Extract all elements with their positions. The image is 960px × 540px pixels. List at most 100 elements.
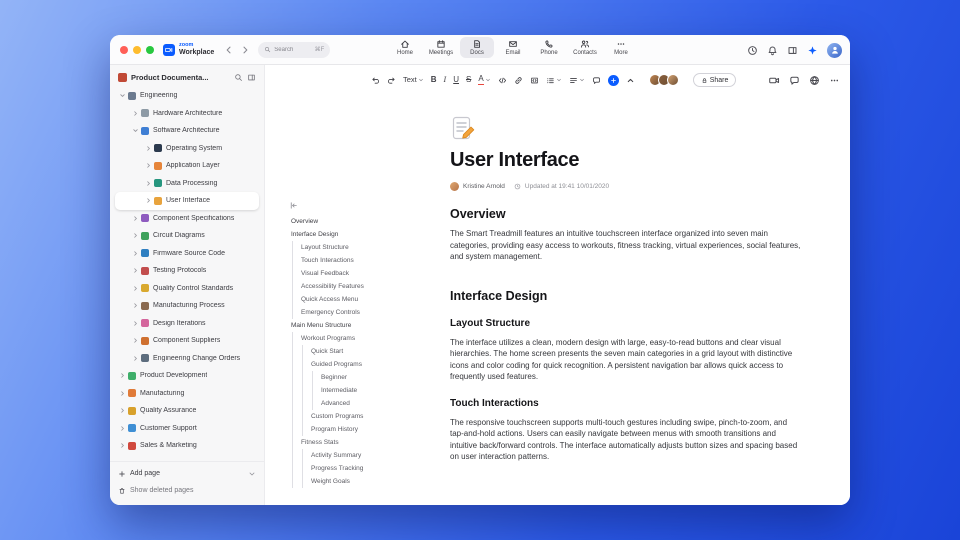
sidebar-item-engineering[interactable]: Engineering [115,87,259,105]
outline-item-intermediate[interactable]: Intermediate [289,384,441,397]
chevron-right-icon[interactable] [132,302,139,309]
chevron-right-icon[interactable] [132,110,139,117]
sidebar-item-sales-marketing[interactable]: Sales & Marketing [115,437,259,455]
sidebar-item-application-layer[interactable]: Application Layer [115,157,259,175]
chevron-right-icon[interactable] [132,215,139,222]
bold-button[interactable]: B [431,76,437,84]
sidebar-item-data-processing[interactable]: Data Processing [115,175,259,193]
sidebar-item-circuit-diagrams[interactable]: Circuit Diagrams [115,227,259,245]
outline-item-quick-access-menu[interactable]: Quick Access Menu [289,293,441,306]
chevron-right-icon[interactable] [132,267,139,274]
sidebar-item-manufacturing-process[interactable]: Manufacturing Process [115,297,259,315]
insert-button[interactable] [607,74,619,86]
chevron-right-icon[interactable] [132,337,139,344]
more-options-button[interactable] [829,75,840,86]
sidebar-item-firmware-source-code[interactable]: Firmware Source Code [115,245,259,263]
tab-docs[interactable]: Docs [460,37,494,58]
sidebar-item-hardware-architecture[interactable]: Hardware Architecture [115,105,259,123]
tab-contacts[interactable]: Contacts [568,37,602,58]
outline-item-quick-start[interactable]: Quick Start [289,345,441,358]
sidebar-item-quality-assurance[interactable]: Quality Assurance [115,402,259,420]
notepad-pencil-icon[interactable] [450,115,476,141]
outline-item-workout-programs[interactable]: Workout Programs [289,332,441,345]
notifications-button[interactable] [767,45,778,56]
outline-item-weight-goals[interactable]: Weight Goals [289,475,441,488]
outline-item-accessibility-features[interactable]: Accessibility Features [289,280,441,293]
sidebar-item-quality-control-standards[interactable]: Quality Control Standards [115,280,259,298]
code-block-button[interactable] [530,76,539,85]
comment-button[interactable] [592,76,601,85]
chevron-right-icon[interactable] [145,162,152,169]
back-button[interactable] [224,45,234,55]
user-avatar[interactable] [827,42,842,58]
sidebar-item-engineering-change-orders[interactable]: Engineering Change Orders [115,350,259,368]
history-button[interactable] [747,45,758,56]
chevron-right-icon[interactable] [145,180,152,187]
outline-item-program-history[interactable]: Program History [289,423,441,436]
chevron-right-icon[interactable] [132,250,139,257]
publish-to-web-button[interactable] [809,75,820,86]
chevron-down-icon[interactable] [119,92,126,99]
outline-item-advanced[interactable]: Advanced [289,397,441,410]
outline-item-progress-tracking[interactable]: Progress Tracking [289,462,441,475]
outline-item-emergency-controls[interactable]: Emergency Controls [289,306,441,319]
sidebar-item-testing-protocols[interactable]: Testing Protocols [115,262,259,280]
link-button[interactable] [514,76,523,85]
chevron-right-icon[interactable] [132,285,139,292]
tab-meetings[interactable]: Meetings [424,37,458,58]
sidebar-item-customer-support[interactable]: Customer Support [115,420,259,438]
sidebar-item-manufacturing[interactable]: Manufacturing [115,385,259,403]
show-deleted-pages-button[interactable]: Show deleted pages [118,482,256,499]
sidebar-item-software-architecture[interactable]: Software Architecture [115,122,259,140]
chevron-right-icon[interactable] [145,145,152,152]
chevron-right-icon[interactable] [132,232,139,239]
close-button[interactable] [120,45,128,54]
collaborator-avatar[interactable] [666,74,679,86]
outline-item-main-menu-structure[interactable]: Main Menu Structure [289,319,441,332]
tab-home[interactable]: Home [388,37,422,58]
align-dropdown[interactable] [569,76,585,85]
sidebar-item-design-iterations[interactable]: Design Iterations [115,315,259,333]
open-comments-button[interactable] [789,75,800,86]
chevron-down-icon[interactable] [132,127,139,134]
text-color-dropdown[interactable]: A [478,75,490,85]
zoom-button[interactable] [146,45,154,54]
ai-companion-button[interactable] [807,45,818,56]
add-page-button[interactable]: Add page [118,465,256,482]
redo-button[interactable] [387,76,396,85]
tab-more[interactable]: More [604,37,638,58]
strikethrough-button[interactable]: S [466,76,471,84]
outline-collapse-button[interactable] [289,201,298,210]
outline-item-guided-programs[interactable]: Guided Programs [289,358,441,371]
global-search-input[interactable]: Search ⌘F [258,41,331,58]
sidebar-item-user-interface[interactable]: User Interface [115,192,259,210]
outline-item-custom-programs[interactable]: Custom Programs [289,410,441,423]
chevron-right-icon[interactable] [119,372,126,379]
add-page-options-chevron-icon[interactable] [248,470,256,478]
sidebar-item-product-development[interactable]: Product Development [115,367,259,385]
outline-item-touch-interactions[interactable]: Touch Interactions [289,254,441,267]
start-video-button[interactable] [769,75,780,86]
collapse-toolbar-button[interactable] [626,76,635,85]
chevron-right-icon[interactable] [119,442,126,449]
sidebar-item-component-specifications[interactable]: Component Specifications [115,210,259,228]
minimize-button[interactable] [133,45,141,54]
underline-button[interactable]: U [453,76,459,84]
sidebar-search-button[interactable] [234,73,243,82]
share-button[interactable]: Share [692,73,737,87]
chevron-right-icon[interactable] [119,407,126,414]
outline-item-overview[interactable]: Overview [289,215,441,228]
inline-code-button[interactable] [498,76,507,85]
outline-item-interface-design[interactable]: Interface Design [289,228,441,241]
tab-phone[interactable]: Phone [532,37,566,58]
undo-button[interactable] [371,76,380,85]
sidebar-item-operating-system[interactable]: Operating System [115,140,259,158]
sidebar-item-component-suppliers[interactable]: Component Suppliers [115,332,259,350]
outline-item-layout-structure[interactable]: Layout Structure [289,241,441,254]
outline-item-beginner[interactable]: Beginner [289,371,441,384]
chevron-right-icon[interactable] [132,355,139,362]
text-style-dropdown[interactable]: Text [403,76,424,84]
chevron-right-icon[interactable] [145,197,152,204]
italic-button[interactable]: I [444,76,447,84]
side-panel-button[interactable] [787,45,798,56]
